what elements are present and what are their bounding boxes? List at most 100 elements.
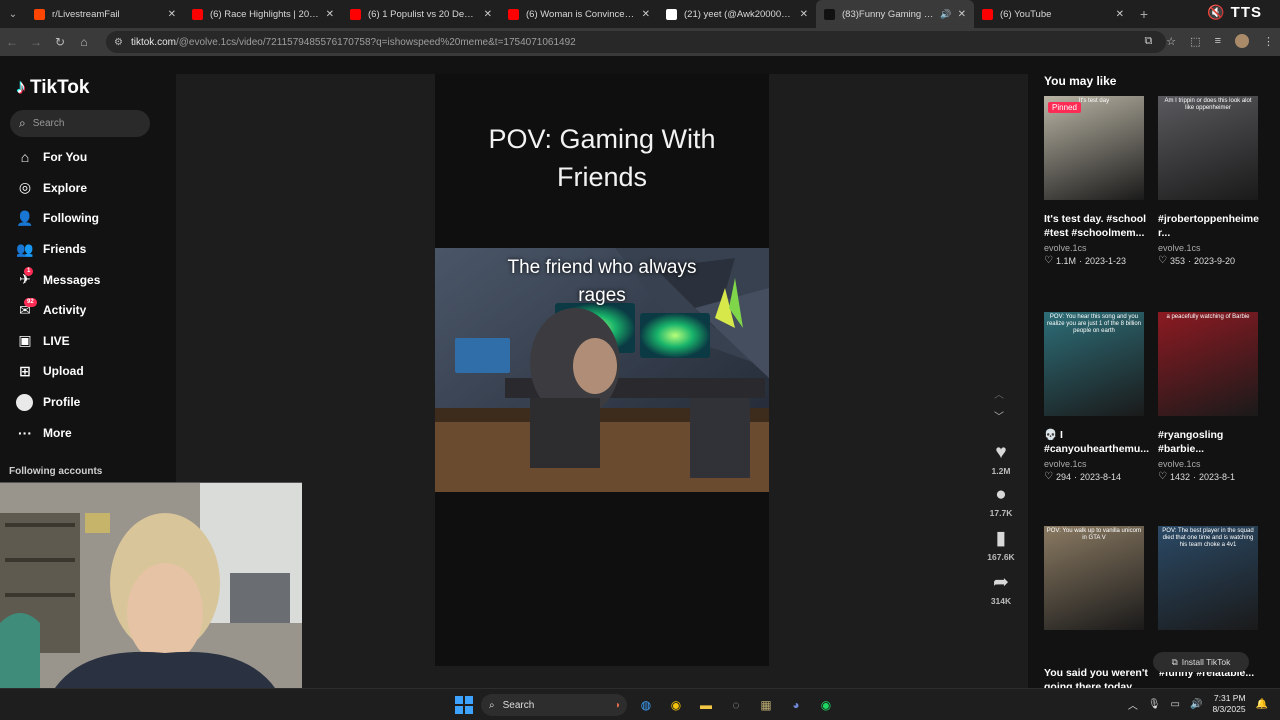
tab-label: (21) yeet (@Awk20000) / X: [684, 8, 794, 20]
home-button-icon[interactable]: ⌂: [72, 35, 96, 49]
sidebar-item-label: For You: [43, 150, 88, 165]
site-info-icon[interactable]: ⚙: [114, 37, 123, 48]
suggestion-author[interactable]: evolve.1cs: [1158, 243, 1264, 253]
suggestion-author[interactable]: evolve.1cs: [1158, 459, 1264, 469]
sidebar-item-activity[interactable]: ✉ 92 Activity: [0, 295, 160, 326]
tab-close-icon[interactable]: ✕: [958, 9, 966, 20]
microphone-icon[interactable]: 🎙: [1148, 699, 1161, 710]
suggestion-thumbnail[interactable]: POV: You walk up to vanilla unicorn in G…: [1044, 526, 1144, 630]
edge-icon[interactable]: ◍: [635, 694, 657, 716]
share-action[interactable]: ➦ 314K: [970, 572, 1032, 606]
tray-chevron-icon[interactable]: ︿: [1128, 697, 1138, 712]
suggestion-thumbnail[interactable]: a peacefully watching of Barbie: [1158, 312, 1258, 416]
video-stage: POV: Gaming With Friends The friend who …: [176, 74, 1028, 688]
suggestion-likes: 294: [1055, 471, 1071, 482]
sidebar-item-profile[interactable]: Profile: [0, 387, 160, 418]
tab-label: (6) 1 Populist vs 20 Democrats: [368, 8, 478, 20]
bookmark-action[interactable]: ▮ 167.6K: [970, 528, 1032, 562]
heart-outline-icon: ♡: [1158, 255, 1167, 266]
sidebar-item-explore[interactable]: ◎ Explore: [0, 173, 160, 204]
notification-bell-icon[interactable]: 🔔: [1256, 699, 1268, 710]
comment-action[interactable]: ● 17.7K: [970, 484, 1032, 518]
suggestion-card[interactable]: a peacefully watching of Barbie #ryangosl…: [1158, 312, 1264, 482]
bookmark-star-icon[interactable]: ☆: [1166, 35, 1176, 48]
tab-close-icon[interactable]: ✕: [1116, 9, 1124, 20]
back-arrow-icon[interactable]: ←: [0, 35, 24, 49]
browser-tab-4[interactable]: (21) yeet (@Awk20000) / X ✕: [658, 0, 816, 28]
tab-close-icon[interactable]: ✕: [800, 9, 808, 20]
sidebar-item-more[interactable]: ··· More: [0, 417, 160, 448]
chrome-icon[interactable]: ◉: [665, 694, 687, 716]
sidebar-item-for-you[interactable]: ⌂ For You: [0, 142, 160, 173]
spotify-icon[interactable]: ◉: [815, 694, 837, 716]
suggestion-card[interactable]: POV: You hear this song and you realize …: [1044, 312, 1150, 482]
video-caption: The friend who always rages: [435, 254, 769, 310]
file-explorer-icon[interactable]: ▬: [695, 694, 717, 716]
profile-avatar[interactable]: [1235, 34, 1249, 48]
sidebar-item-live[interactable]: ▣ LIVE: [0, 326, 160, 357]
reload-icon[interactable]: ↻: [48, 35, 72, 49]
suggestion-title[interactable]: 💀 I #canyouhearthemu...: [1044, 428, 1150, 456]
suggestion-meta: ♡ 1432 · 2023-8-1: [1158, 471, 1264, 482]
sidebar-item-friends[interactable]: 👥 Friends: [0, 234, 160, 265]
suggestion-card[interactable]: POV: You walk up to vanilla unicorn in G…: [1044, 526, 1150, 630]
forward-arrow-icon[interactable]: →: [24, 35, 48, 49]
browser-tab-1[interactable]: (6) Race Highlights | 2025 Hung ✕: [184, 0, 342, 28]
tiktok-logo[interactable]: ♪ TikTok: [16, 76, 89, 99]
next-video-chevron-icon[interactable]: ﹀: [994, 408, 1004, 423]
friends-icon: 👥: [16, 240, 34, 257]
tab-label: (6) Woman is Convinced That L: [526, 8, 636, 20]
tab-search-menu-icon[interactable]: ⌄: [0, 0, 26, 28]
browser-tab-2[interactable]: (6) 1 Populist vs 20 Democrats ✕: [342, 0, 500, 28]
suggestion-likes: 353: [1169, 255, 1185, 266]
suggestion-card[interactable]: Am I trippin or does this look alot like…: [1158, 96, 1264, 266]
suggestion-title[interactable]: #ryangosling #barbie...: [1158, 428, 1264, 456]
browser-menu-icon[interactable]: ⋮: [1263, 35, 1274, 48]
new-tab-button[interactable]: +: [1132, 6, 1156, 22]
network-icon[interactable]: ▭: [1171, 699, 1180, 710]
tab-close-icon[interactable]: ✕: [326, 9, 334, 20]
obs-icon[interactable]: ◌: [725, 694, 747, 716]
clock[interactable]: 7:31 PM 8/3/2025: [1212, 693, 1245, 715]
discord-icon[interactable]: ◕: [785, 694, 807, 716]
suggestion-thumbnail[interactable]: Am I trippin or does this look alot like…: [1158, 96, 1258, 200]
suggestion-title[interactable]: It's test day. #school #test #schoolmem.…: [1044, 212, 1150, 240]
heart-action[interactable]: ♥ 1.2M: [970, 442, 1032, 476]
extensions-icon[interactable]: ⬚: [1190, 35, 1200, 48]
suggestion-title[interactable]: #jrobertoppenheime r...: [1158, 212, 1264, 240]
install-tiktok-button[interactable]: ⧉ Install TikTok: [1153, 652, 1249, 672]
tiktok-search-box[interactable]: ⌕: [10, 110, 150, 137]
url-bar[interactable]: ⚙ tiktok.com/@evolve.1cs/video/721157948…: [106, 31, 1166, 53]
install-app-icon[interactable]: ⧉: [1144, 35, 1152, 48]
taskbar-search[interactable]: ⌕ Search ◗: [481, 694, 627, 716]
suggestion-card[interactable]: POV: The best player in the squad died t…: [1158, 526, 1264, 630]
taskbar-search-label: Search: [502, 699, 535, 711]
browser-tab-0[interactable]: r/LivestreamFail ✕: [26, 0, 184, 28]
suggestion-author[interactable]: evolve.1cs: [1044, 459, 1150, 469]
sidebar-item-following[interactable]: 👤 Following: [0, 203, 160, 234]
video-player[interactable]: POV: Gaming With Friends The friend who …: [435, 74, 769, 666]
tab-close-icon[interactable]: ✕: [484, 9, 492, 20]
tab-audio-icon[interactable]: 🔊: [940, 9, 951, 20]
suggestion-thumbnail[interactable]: POV: You hear this song and you realize …: [1044, 312, 1144, 416]
tab-favicon-icon: [34, 8, 45, 20]
tab-close-icon[interactable]: ✕: [168, 9, 176, 20]
browser-tab-5[interactable]: (83)Funny Gaming Memes🔊 ✕: [816, 0, 974, 28]
suggestion-card[interactable]: Pinned It's test day It's test day. #schoo…: [1044, 96, 1150, 266]
tts-overlay: 🔇 TTS: [1207, 4, 1262, 21]
windows-start-icon[interactable]: [455, 696, 473, 714]
reading-list-icon[interactable]: ≡: [1215, 35, 1221, 47]
volume-icon[interactable]: 🔊: [1190, 699, 1202, 710]
sidebar-item-messages[interactable]: ✈ 1 Messages: [0, 264, 160, 295]
suggestion-thumbnail[interactable]: POV: The best player in the squad died t…: [1158, 526, 1258, 630]
browser-tab-6[interactable]: (6) YouTube ✕: [974, 0, 1132, 28]
suggestion-thumbnail[interactable]: Pinned It's test day: [1044, 96, 1144, 200]
browser-tab-3[interactable]: (6) Woman is Convinced That L ✕: [500, 0, 658, 28]
app-icon[interactable]: ▦: [755, 694, 777, 716]
previous-video-chevron-icon[interactable]: ︿: [994, 386, 1004, 401]
search-input[interactable]: [32, 118, 133, 129]
suggestion-author[interactable]: evolve.1cs: [1044, 243, 1150, 253]
tab-close-icon[interactable]: ✕: [642, 9, 650, 20]
clock-time: 7:31 PM: [1213, 693, 1246, 703]
sidebar-item-upload[interactable]: ⊞ Upload: [0, 356, 160, 387]
